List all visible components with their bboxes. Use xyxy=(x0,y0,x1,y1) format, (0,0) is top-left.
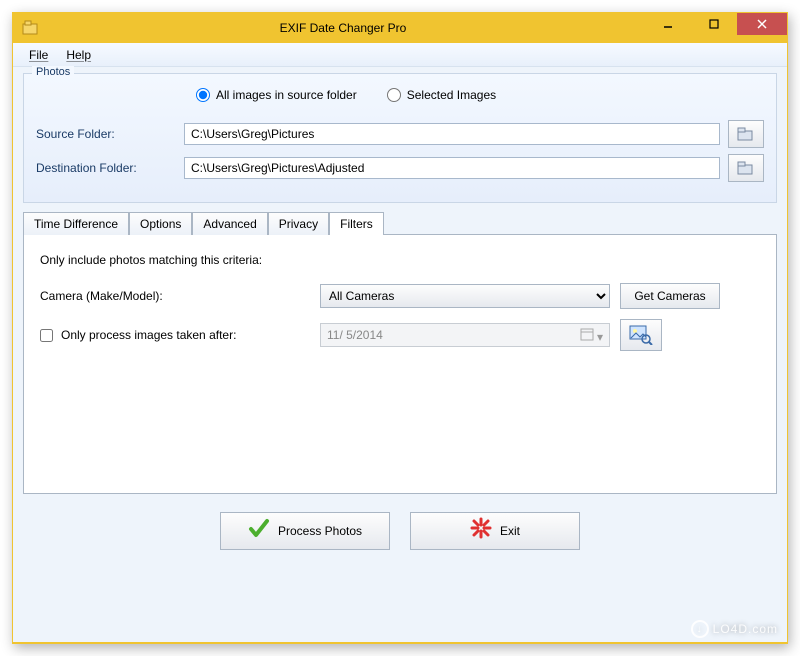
source-mode-radios: All images in source folder Selected Ima… xyxy=(36,82,764,114)
burst-icon xyxy=(470,517,492,545)
criteria-text: Only include photos matching this criter… xyxy=(40,253,760,267)
only-after-row: Only process images taken after: 11/ 5/2… xyxy=(40,319,760,351)
minimize-button[interactable] xyxy=(645,13,691,35)
window-controls xyxy=(645,13,787,43)
photos-group: All images in source folder Selected Ima… xyxy=(23,73,777,203)
source-folder-label: Source Folder: xyxy=(36,127,176,141)
menubar: File Help xyxy=(13,43,787,67)
source-folder-input[interactable] xyxy=(184,123,720,145)
exit-button[interactable]: Exit xyxy=(410,512,580,550)
folder-icon xyxy=(736,125,756,143)
app-icon xyxy=(21,18,41,38)
dest-folder-row: Destination Folder: xyxy=(36,154,764,182)
client-area: File Help All images in source folder Se… xyxy=(13,43,787,642)
image-magnify-icon xyxy=(629,325,653,345)
source-browse-button[interactable] xyxy=(728,120,764,148)
radio-all-images[interactable]: All images in source folder xyxy=(196,88,357,102)
watermark-text: LO4D.com xyxy=(713,622,778,636)
radio-all-images-label: All images in source folder xyxy=(216,88,357,102)
maximize-button[interactable] xyxy=(691,13,737,35)
check-icon xyxy=(248,517,270,545)
camera-select[interactable]: All Cameras xyxy=(320,284,610,308)
date-value: 11/ 5/2014 xyxy=(327,328,383,342)
watermark: ↓ LO4D.com xyxy=(691,620,778,638)
tab-options[interactable]: Options xyxy=(129,212,192,235)
dest-folder-label: Destination Folder: xyxy=(36,161,176,175)
calendar-icon: ▾ xyxy=(580,327,603,344)
radio-all-images-input[interactable] xyxy=(196,88,210,102)
radio-selected-images-input[interactable] xyxy=(387,88,401,102)
close-button[interactable] xyxy=(737,13,787,35)
folder-icon xyxy=(736,159,756,177)
camera-row: Camera (Make/Model): All Cameras Get Cam… xyxy=(40,283,760,309)
tab-filters[interactable]: Filters xyxy=(329,212,384,235)
source-folder-row: Source Folder: xyxy=(36,120,764,148)
content: All images in source folder Selected Ima… xyxy=(13,67,787,570)
watermark-icon: ↓ xyxy=(691,620,709,638)
get-cameras-button[interactable]: Get Cameras xyxy=(620,283,720,309)
only-after-label: Only process images taken after: xyxy=(61,328,236,342)
date-picker[interactable]: 11/ 5/2014 ▾ xyxy=(320,323,610,347)
titlebar: EXIF Date Changer Pro xyxy=(13,13,787,43)
radio-selected-images-label: Selected Images xyxy=(407,88,496,102)
exit-label: Exit xyxy=(500,524,520,538)
tab-time-difference[interactable]: Time Difference xyxy=(23,212,129,235)
menu-help[interactable]: Help xyxy=(58,46,99,64)
window-frame: EXIF Date Changer Pro File Help All imag… xyxy=(12,12,788,644)
tab-strip: Time Difference Options Advanced Privacy… xyxy=(23,211,777,234)
only-after-checkbox[interactable] xyxy=(40,329,53,342)
menu-file[interactable]: File xyxy=(21,46,56,64)
tab-panel-filters: Only include photos matching this criter… xyxy=(23,234,777,494)
camera-label: Camera (Make/Model): xyxy=(40,289,310,303)
tab-advanced[interactable]: Advanced xyxy=(192,212,267,235)
tab-privacy[interactable]: Privacy xyxy=(268,212,329,235)
process-photos-button[interactable]: Process Photos xyxy=(220,512,390,550)
bottom-bar: Process Photos Exit xyxy=(23,494,777,560)
process-photos-label: Process Photos xyxy=(278,524,362,538)
preview-image-button[interactable] xyxy=(620,319,662,351)
dest-browse-button[interactable] xyxy=(728,154,764,182)
dest-folder-input[interactable] xyxy=(184,157,720,179)
radio-selected-images[interactable]: Selected Images xyxy=(387,88,496,102)
only-after-checkbox-wrap[interactable]: Only process images taken after: xyxy=(40,328,310,342)
window-title: EXIF Date Changer Pro xyxy=(41,21,645,35)
